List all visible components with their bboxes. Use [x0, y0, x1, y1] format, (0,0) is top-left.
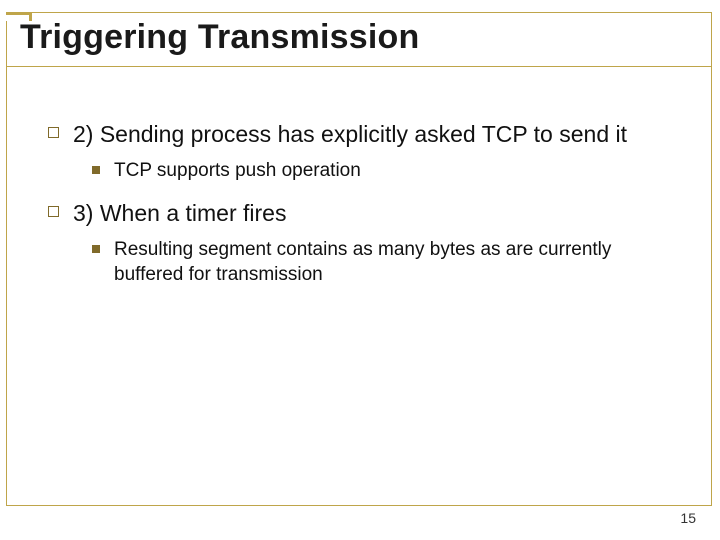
list-subitem: TCP supports push operation	[92, 159, 668, 184]
hollow-square-bullet-icon	[48, 206, 59, 217]
list-item-text: 3) When a timer fires	[73, 199, 286, 228]
list-item: 3) When a timer fires	[48, 199, 668, 228]
solid-square-bullet-icon	[92, 166, 100, 174]
hollow-square-bullet-icon	[48, 127, 59, 138]
slide-body: 2) Sending process has explicitly asked …	[48, 120, 668, 304]
list-item: 2) Sending process has explicitly asked …	[48, 120, 668, 149]
title-underline	[6, 66, 712, 67]
list-subitem: Resulting segment contains as many bytes…	[92, 238, 668, 287]
page-number: 15	[680, 510, 696, 526]
slide-title: Triggering Transmission	[16, 18, 423, 57]
list-subitem-text: TCP supports push operation	[114, 159, 361, 184]
list-subitem-text: Resulting segment contains as many bytes…	[114, 238, 668, 287]
solid-square-bullet-icon	[92, 245, 100, 253]
list-item-text: 2) Sending process has explicitly asked …	[73, 120, 627, 149]
slide: Triggering Transmission 2) Sending proce…	[0, 0, 720, 540]
